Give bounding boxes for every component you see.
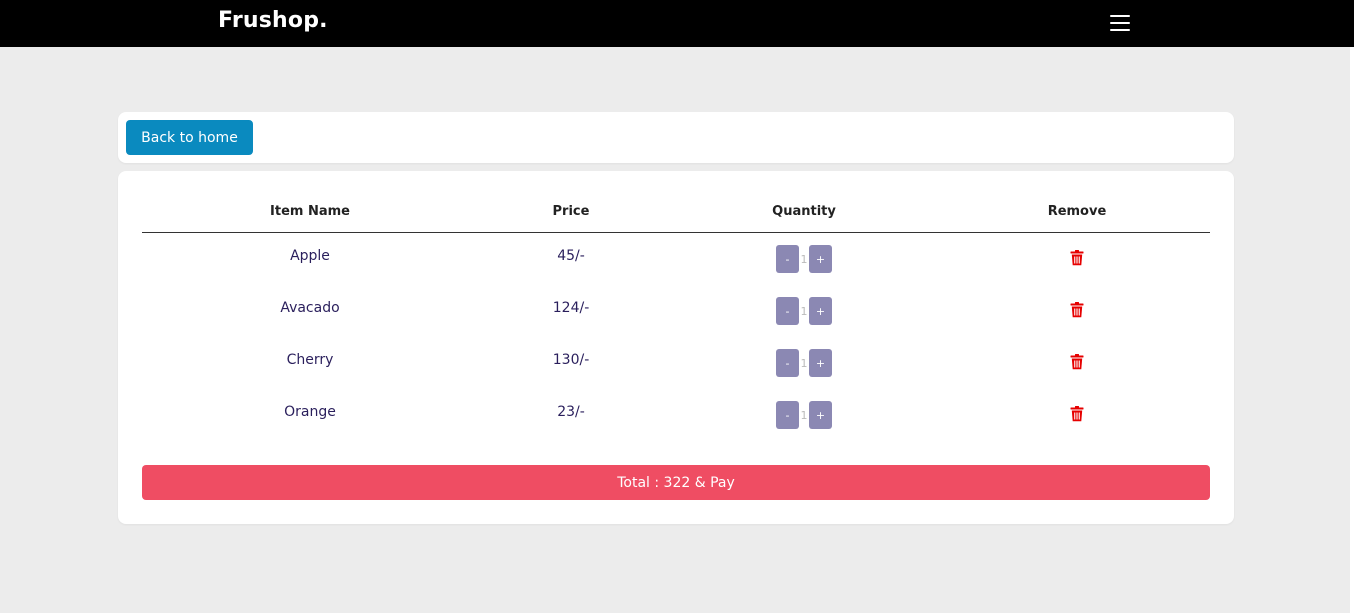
decrement-button[interactable]: - [776, 349, 799, 377]
navbar: Frushop. [0, 0, 1354, 47]
item-price: 23/- [557, 404, 585, 420]
trash-icon[interactable] [1070, 302, 1084, 318]
quantity-value: 1 [800, 408, 808, 422]
quantity-stepper: - 1 + [776, 297, 832, 325]
header-item-name: Item Name [270, 204, 350, 219]
item-name: Cherry [286, 352, 334, 368]
increment-button[interactable]: + [809, 297, 832, 325]
trash-icon[interactable] [1070, 354, 1084, 370]
decrement-button[interactable]: - [776, 245, 799, 273]
item-name: Apple [290, 248, 330, 264]
trash-icon[interactable] [1070, 406, 1084, 422]
header-quantity: Quantity [772, 204, 836, 219]
quantity-stepper: - 1 + [776, 349, 832, 377]
item-price: 45/- [557, 248, 585, 264]
total-pay-button[interactable]: Total : 322 & Pay [142, 465, 1210, 500]
back-card: Back to home [118, 112, 1234, 163]
brand-logo[interactable]: Frushop. [218, 8, 328, 33]
item-price: 130/- [552, 352, 590, 368]
header-remove: Remove [1047, 204, 1107, 219]
page-edge [1350, 47, 1354, 613]
cart-card: Item Name Price Quantity Remove Apple 45… [118, 171, 1234, 524]
item-name: Avacado [280, 300, 340, 316]
decrement-button[interactable]: - [776, 401, 799, 429]
quantity-stepper: - 1 + [776, 245, 832, 273]
increment-button[interactable]: + [809, 245, 832, 273]
quantity-value: 1 [800, 356, 808, 370]
header-price: Price [552, 204, 590, 219]
increment-button[interactable]: + [809, 349, 832, 377]
quantity-stepper: - 1 + [776, 401, 832, 429]
hamburger-menu-icon[interactable] [1110, 15, 1130, 31]
quantity-value: 1 [800, 252, 808, 266]
item-name: Orange [284, 404, 336, 420]
decrement-button[interactable]: - [776, 297, 799, 325]
header-divider [142, 232, 1210, 233]
increment-button[interactable]: + [809, 401, 832, 429]
item-price: 124/- [552, 300, 590, 316]
trash-icon[interactable] [1070, 250, 1084, 266]
quantity-value: 1 [800, 304, 808, 318]
back-to-home-button[interactable]: Back to home [126, 120, 253, 155]
